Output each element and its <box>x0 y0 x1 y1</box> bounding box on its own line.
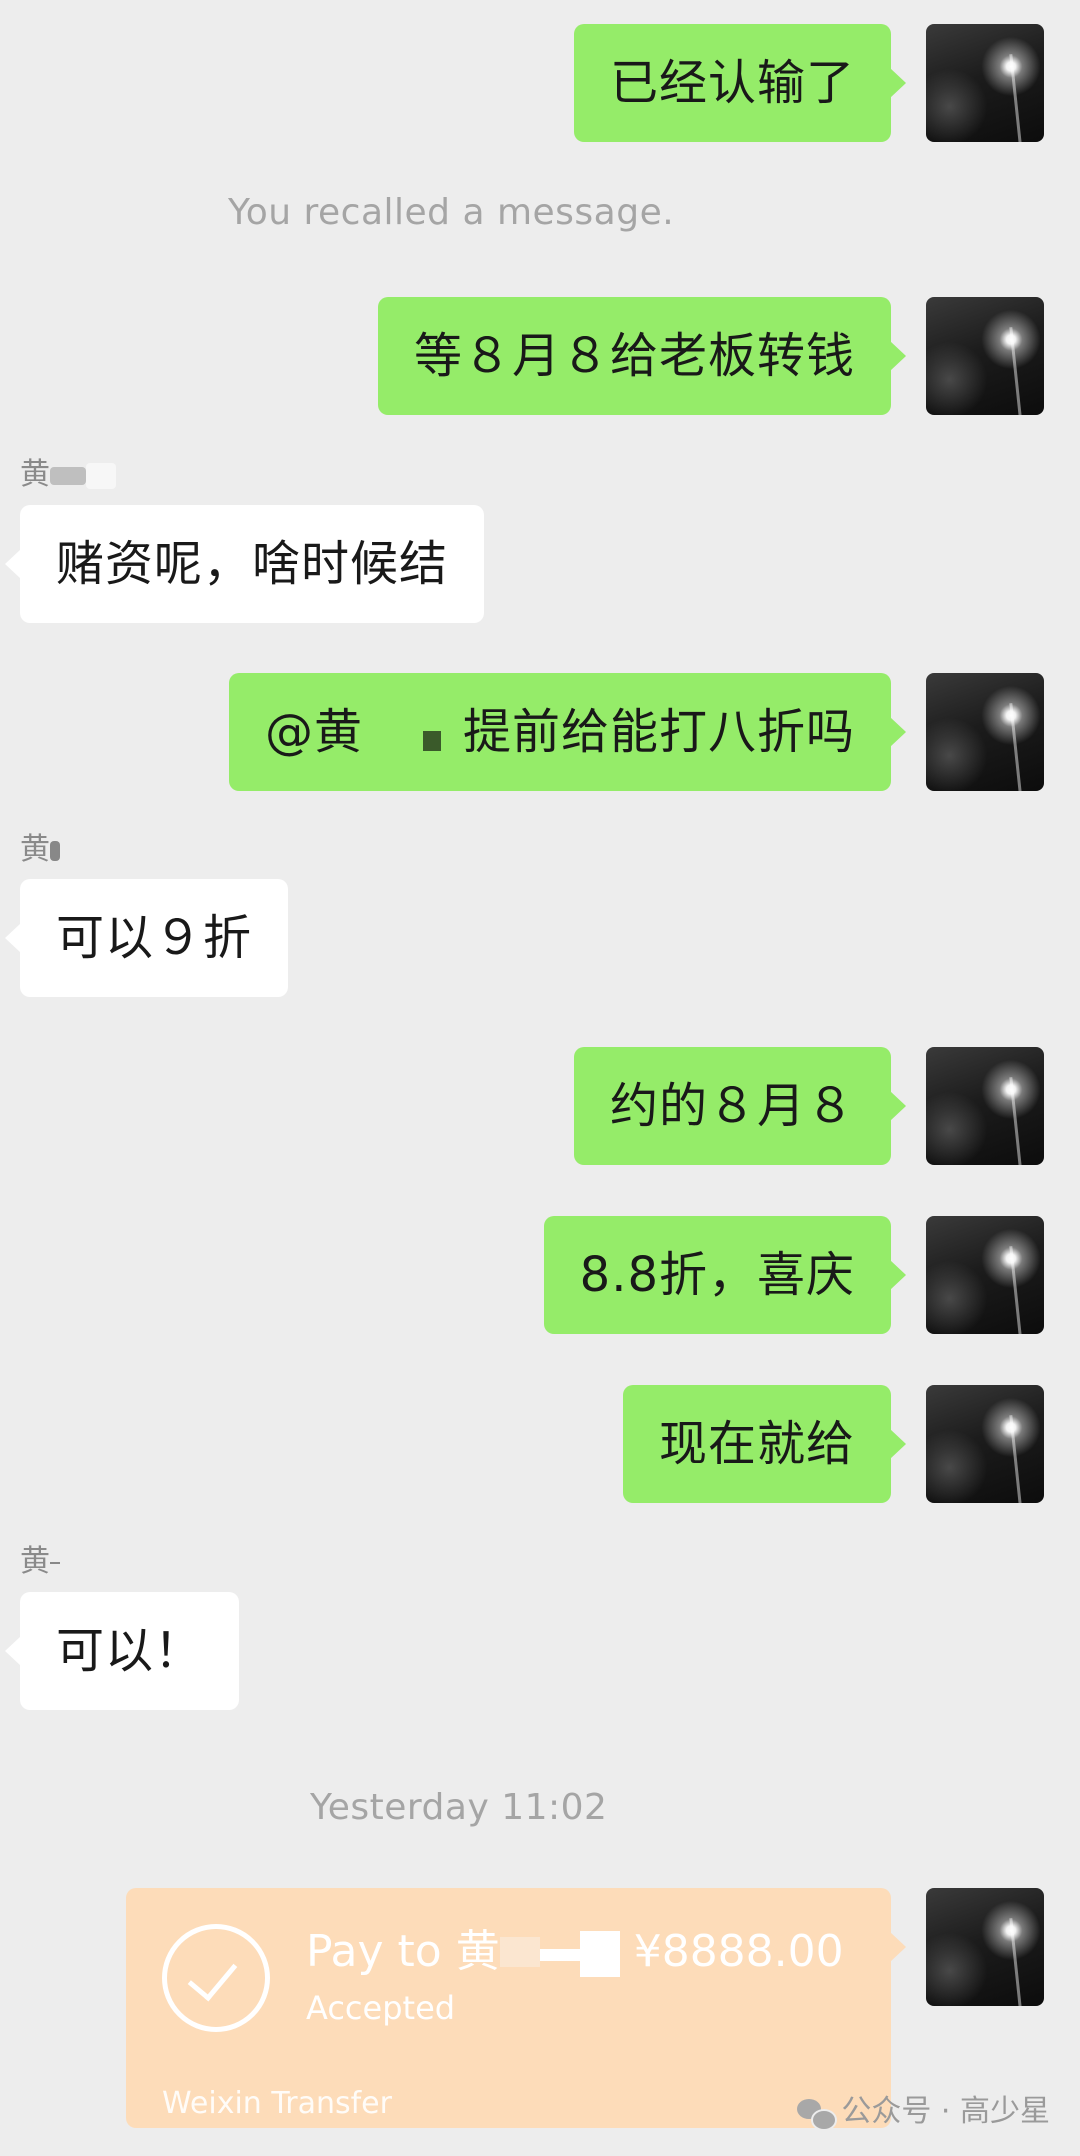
redacted-name <box>50 1561 60 1564</box>
my-avatar[interactable] <box>926 1047 1044 1165</box>
my-message-bubble[interactable]: 等８月８给老板转钱 <box>377 297 907 415</box>
their-message-bubble[interactable]: 可以！ <box>4 1592 240 1710</box>
message-text: 现在就给 <box>658 1416 855 1472</box>
message-text: 8.8折，喜庆 <box>579 1247 855 1303</box>
sender-name-text: 黄 <box>20 457 50 492</box>
my-message-bubble[interactable]: 约的８月８ <box>573 1047 907 1165</box>
my-avatar[interactable] <box>926 297 1044 415</box>
my-avatar[interactable] <box>926 1385 1044 1503</box>
watermark: 公众号 · 高少星 <box>797 2092 1050 2132</box>
my-message-bubble[interactable]: @黄 提前给能打八折吗 <box>228 673 907 791</box>
my-avatar[interactable] <box>926 673 1044 791</box>
redacted-name <box>86 462 116 489</box>
message-text: 可以！ <box>56 1623 204 1679</box>
check-circle-icon <box>162 1924 270 2032</box>
redacted-name <box>363 715 463 755</box>
transfer-status: Accepted <box>306 1989 456 2027</box>
sender-name: 黄 <box>20 1542 60 1582</box>
message-text: 约的８月８ <box>609 1078 855 1134</box>
sender-name: 黄 <box>20 455 116 495</box>
wechat-icon <box>797 2097 838 2131</box>
message-text: 赌资呢，啥时候结 <box>56 536 449 592</box>
my-message-bubble[interactable]: 现在就给 <box>622 1385 907 1503</box>
sender-name: 黄 <box>20 830 60 870</box>
redacted-name <box>50 466 86 485</box>
transfer-footer: Weixin Transfer <box>162 2086 392 2121</box>
my-avatar[interactable] <box>926 1888 1044 2006</box>
transfer-amount: ¥8888.00 <box>633 1926 844 1977</box>
transfer-card[interactable]: Pay to 黄 ¥8888.00 Accepted Weixin Transfe… <box>126 1888 906 2128</box>
sender-name-text: 黄 <box>20 1544 50 1579</box>
sender-name-text: 黄 <box>20 832 50 867</box>
message-text: 等８月８给老板转钱 <box>413 328 855 384</box>
my-avatar[interactable] <box>926 24 1044 142</box>
redacted-name <box>50 840 60 861</box>
my-message-bubble[interactable]: 8.8折，喜庆 <box>543 1216 907 1334</box>
watermark-text: 公众号 · 高少星 <box>841 2094 1050 2129</box>
my-avatar[interactable] <box>926 1216 1044 1334</box>
recalled-notice: You recalled a message. <box>228 192 675 233</box>
my-message-bubble[interactable]: 已经认输了 <box>573 24 907 142</box>
transfer-title: Pay to 黄 ¥8888.00 <box>306 1922 844 1982</box>
their-message-bubble[interactable]: 可以９折 <box>4 879 289 997</box>
transfer-recipient: Pay to 黄 <box>306 1926 500 1977</box>
message-text: 可以９折 <box>56 910 253 966</box>
redacted-name <box>499 1929 620 1979</box>
message-text: 提前给能打八折吗 <box>462 704 855 760</box>
mention-text: @黄 <box>264 704 363 760</box>
their-message-bubble[interactable]: 赌资呢，啥时候结 <box>4 505 485 623</box>
timestamp: Yesterday 11:02 <box>310 1787 608 1828</box>
message-text: 已经认输了 <box>609 55 855 111</box>
